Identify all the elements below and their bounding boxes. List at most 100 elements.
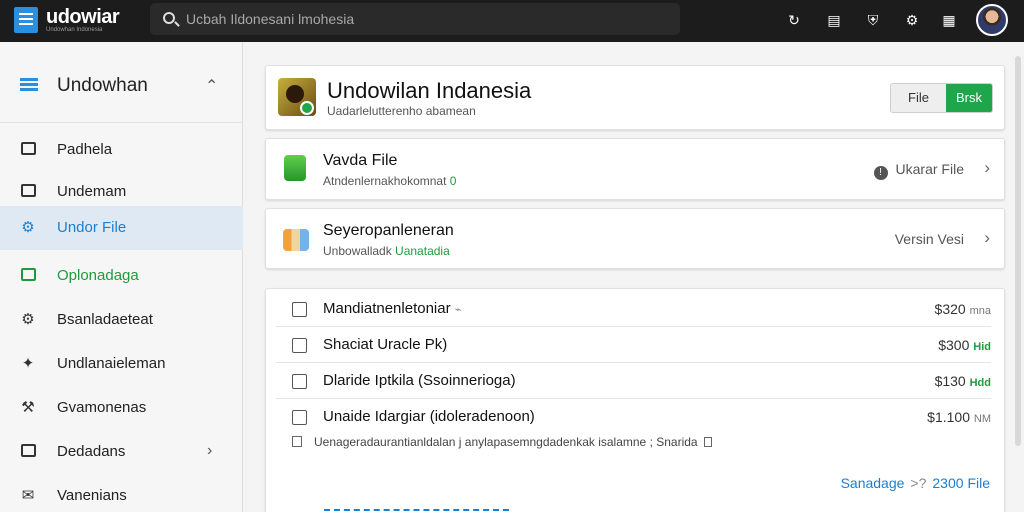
chevron-right-icon[interactable]: › [984, 158, 990, 178]
list-item-price: $130 Hdd [935, 373, 991, 389]
chevron-right-icon: › [207, 442, 213, 459]
page-title: Undowilan Indanesia [327, 78, 532, 103]
top-bar: udowiar Undowhan Indonesia ↻ ▤ ⛨ ⚙ ▦ [0, 0, 1024, 42]
gear-icon: ⚙ [21, 219, 35, 236]
info-note-text: Uenageradaurantianldalan j anylapasemngd… [314, 435, 698, 449]
sidebar-item-label: Undlanaieleman [57, 355, 166, 372]
sidebar-item-padhela[interactable]: Padhela [0, 128, 243, 172]
sidebar-item-dedadans[interactable]: Dedadans › [0, 430, 243, 474]
sidebar-item-label: Padhela [57, 141, 113, 158]
price-value: $320 [934, 301, 966, 317]
row-action[interactable]: ! Ukarar File [873, 161, 964, 180]
row-subtitle-text: Atndenlernakhokomnat [323, 174, 450, 188]
sidebar-header[interactable]: Undowhan ⌃ [0, 68, 243, 104]
file-row-card[interactable]: Vavda File Atndenlernakhokomnat 0 ! Ukara… [265, 138, 1005, 200]
row-action-label: Ukarar File [895, 161, 964, 177]
refresh-icon[interactable]: ↻ [785, 11, 803, 29]
book-icon [19, 444, 37, 460]
sidebar-item-bsanladaeteat[interactable]: ⚙ Bsanladaeteat [0, 298, 243, 342]
sidebar-item-label: Dedadans [57, 443, 126, 460]
sidebar-item-undor-file[interactable]: ⚙ Undor File [0, 206, 243, 250]
checkbox[interactable] [292, 338, 307, 353]
price-unit: NM [973, 413, 991, 425]
sidebar-item-gvamonenas[interactable]: ⚒ Gvamonenas [0, 386, 243, 430]
chart-box-icon [19, 184, 37, 200]
sidebar-title: Undowhan [57, 75, 148, 96]
edit-icon [292, 436, 302, 447]
search-icon [163, 12, 175, 24]
app-title: udowiar [46, 6, 120, 28]
row-subtitle-text: Unbowalladk [323, 244, 396, 258]
sidebar-item-label: Undor File [57, 219, 127, 236]
list-item[interactable]: Dlaride Iptkila (Ssoinnerioga) $130 Hdd [276, 363, 991, 399]
sidebar-item-label: Vanenians [57, 487, 127, 504]
info-icon: ! [873, 166, 888, 180]
app-subtitle: Undowhan Indonesia [46, 27, 103, 33]
row-title: Seyeropanleneran [323, 222, 454, 239]
list-item-label: Shaciat Uracle Pk) [323, 336, 448, 353]
check-box-icon [19, 268, 37, 284]
check-box-icon [19, 142, 37, 158]
sidebar-item-oplonadaga[interactable]: Oplonadaga [0, 254, 243, 298]
checkbox[interactable] [292, 302, 307, 317]
row-subtitle-highlight: 0 [449, 174, 457, 188]
price-value: $1.100 [927, 409, 970, 425]
price-unit: Hdd [969, 377, 991, 389]
price-value: $130 [934, 373, 966, 389]
list-item[interactable]: Mandiatnenletoniar ⌁ $320 mna [276, 291, 991, 327]
sidebar-item-label: Oplonadaga [57, 267, 139, 284]
list-item-price: $320 mna [935, 301, 991, 317]
sidebar-item-undlanaieleman[interactable]: ✦ Undlanaieleman [0, 342, 243, 386]
puzzle-icon: ✦ [21, 355, 35, 372]
package-icon [283, 229, 309, 251]
status-badge [300, 101, 314, 115]
footer-marker: >? [910, 475, 927, 491]
search-bar[interactable] [150, 3, 680, 35]
scrollbar[interactable] [1015, 56, 1021, 446]
document-icon [703, 437, 712, 447]
price-value: $300 [938, 337, 970, 353]
row-subtitle: Atndenlernakhokomnat 0 [323, 174, 456, 188]
checkbox[interactable] [292, 374, 307, 389]
file-count-label: File [967, 475, 990, 491]
list-item-price: $300 Hid [938, 337, 991, 353]
info-note: Uenageradaurantianldalan j anylapasemngd… [292, 435, 712, 449]
app-header-card: Undowilan Indanesia Uadarlelutterenho ab… [265, 65, 1005, 130]
version-row-card[interactable]: Seyeropanleneran Unbowalladk Uanatadia V… [265, 208, 1005, 269]
app-logo-icon[interactable] [14, 7, 38, 33]
chevron-up-icon[interactable]: ⌃ [205, 76, 218, 96]
sidebar-item-vanenians[interactable]: ✉ Vanenians [0, 474, 243, 512]
row-action-label[interactable]: Versin Vesi [895, 231, 964, 247]
shield-icon[interactable]: ⛨ [864, 11, 882, 29]
list-item-label-text: Mandiatnenletoniar [323, 300, 451, 317]
file-button[interactable]: File [891, 84, 946, 112]
checkbox[interactable] [292, 410, 307, 425]
file-icon [284, 155, 306, 181]
row-subtitle: Unbowalladk Uanatadia [323, 244, 450, 258]
wrench-icon: ⚒ [21, 399, 35, 416]
primary-action-button[interactable]: Brsk [946, 84, 992, 112]
file-button-label: File [908, 90, 929, 105]
sidebar: Undowhan ⌃ Padhela Undemam ⚙ Undor File … [0, 42, 243, 512]
clipboard-icon[interactable]: ▤ [825, 11, 843, 29]
grid-icon[interactable]: ▦ [940, 11, 958, 29]
avatar[interactable] [976, 4, 1008, 36]
price-unit: mna [969, 305, 991, 317]
file-count-link[interactable]: Sanadage >? 2300 File [841, 475, 990, 491]
list-item-suffix: ⌁ [454, 304, 462, 316]
sidebar-item-label: Undemam [57, 183, 127, 200]
action-button-group: File Brsk [890, 83, 993, 113]
menu-icon [20, 78, 38, 92]
mail-icon: ✉ [21, 487, 35, 504]
settings-icon: ⚙ [21, 311, 35, 328]
gear-icon[interactable]: ⚙ [903, 11, 921, 29]
footer-link-label: Sanadage [840, 475, 905, 491]
list-item-label: Unaide Idargiar (idoleradenoon) [323, 408, 535, 425]
search-input[interactable] [186, 7, 666, 31]
chevron-right-icon[interactable]: › [984, 228, 990, 248]
list-item[interactable]: Shaciat Uracle Pk) $300 Hid [276, 327, 991, 363]
sidebar-item-label: Bsanladaeteat [57, 311, 153, 328]
list-item-price: $1.100 NM [927, 409, 991, 425]
row-title: Vavda File [323, 152, 398, 169]
list-item[interactable]: Unaide Idargiar (idoleradenoon) $1.100 N… [276, 399, 991, 435]
